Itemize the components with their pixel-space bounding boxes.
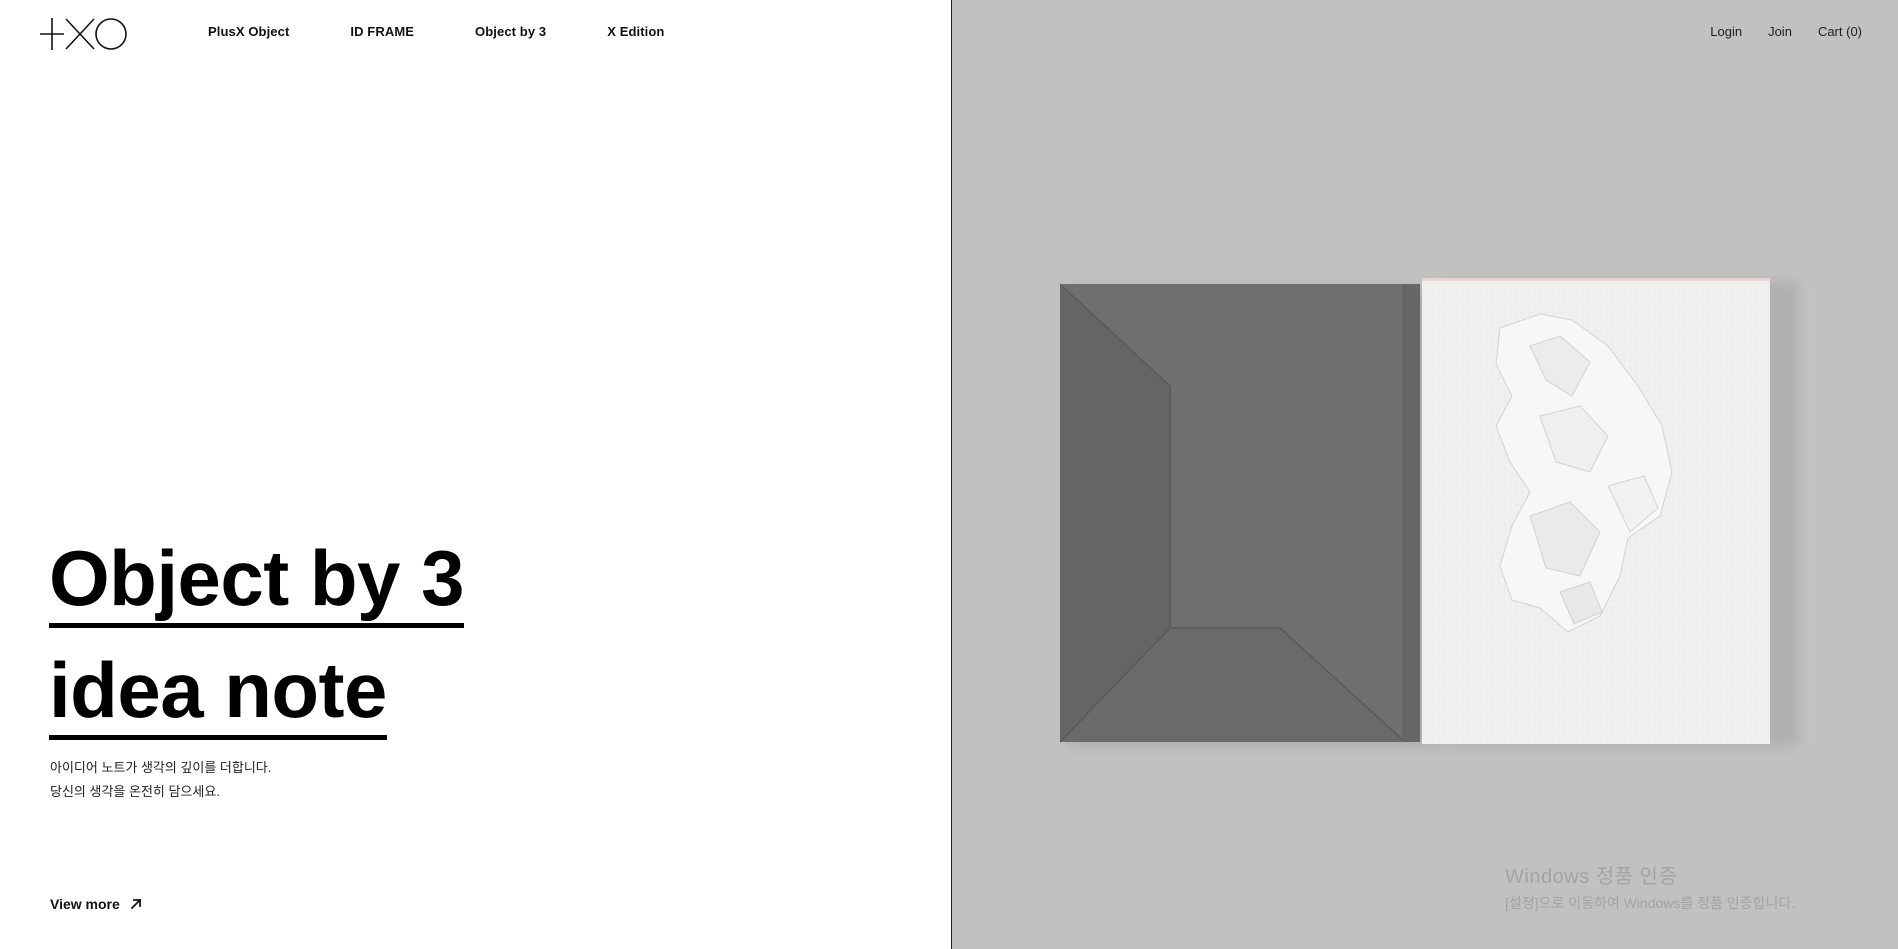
page: PlusX Object ID FRAME Object by 3 X Edit… <box>0 0 1898 949</box>
plusxo-logo-icon <box>40 18 127 50</box>
view-more-link[interactable]: View more <box>50 896 142 912</box>
hero-title: Object by 3 idea note <box>49 528 464 752</box>
nav-item-x-edition[interactable]: X Edition <box>607 24 664 39</box>
cart-link[interactable]: Cart (0) <box>1818 24 1862 39</box>
product-image <box>1060 278 1798 746</box>
main-nav: PlusX Object ID FRAME Object by 3 X Edit… <box>208 24 664 39</box>
watermark-title: Windows 정품 인증 <box>1505 866 1678 888</box>
join-link[interactable]: Join <box>1768 24 1792 39</box>
right-panel: Login Join Cart (0) Windows 정품 인증 [설정]으로… <box>952 0 1898 949</box>
nav-item-id-frame[interactable]: ID FRAME <box>350 24 414 39</box>
view-more-label: View more <box>50 896 120 912</box>
hero-description-line-1: 아이디어 노트가 생각의 깊이를 더합니다. <box>50 760 272 775</box>
windows-activation-watermark: Windows 정품 인증 [설정]으로 이동하여 Windows를 정품 인증… <box>1505 860 1795 913</box>
utility-nav: Login Join Cart (0) <box>1710 24 1862 39</box>
hero-description: 아이디어 노트가 생각의 깊이를 더합니다. 당신의 생각을 온전히 담으세요. <box>50 756 271 804</box>
hero-description-line-2: 당신의 생각을 온전히 담으세요. <box>50 784 220 799</box>
hero-title-line-2: idea note <box>49 651 387 740</box>
hero-title-line-1: Object by 3 <box>49 539 464 628</box>
arrow-up-right-icon <box>130 898 142 910</box>
login-link[interactable]: Login <box>1710 24 1742 39</box>
left-panel: PlusX Object ID FRAME Object by 3 X Edit… <box>0 0 951 949</box>
watermark-subtitle: [설정]으로 이동하여 Windows를 정품 인증합니다. <box>1505 895 1796 911</box>
brand-logo[interactable] <box>40 16 130 52</box>
nav-item-object-by-3[interactable]: Object by 3 <box>475 24 546 39</box>
nav-item-plusx-object[interactable]: PlusX Object <box>208 24 289 39</box>
